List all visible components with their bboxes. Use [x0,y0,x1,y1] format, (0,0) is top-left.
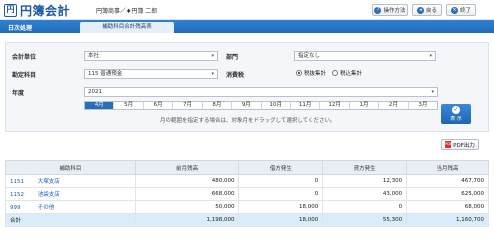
current-balance-cell: 68,000 [406,200,489,214]
table-header-row: 補助科目 前月残高 借方発生 貸方発生 当月残高 [5,160,489,175]
top-bar: 円 円簿会計 円簿商事／♦円簿 二郎 ? 操作方法 ◂ 戻る × 終了 [0,0,494,20]
year-value: 2021 [88,89,102,95]
department-select[interactable]: 指定なし ▾ [294,51,436,61]
debit-cell: 0 [238,174,324,188]
header-subsidiary-account: 補助科目 [5,160,136,175]
month-cell[interactable]: 1月 [350,102,380,109]
total-current-balance: 1,160,700 [406,213,489,227]
total-debit: 18,000 [238,213,324,227]
month-cell[interactable]: 4月 [85,102,115,109]
account-select[interactable]: 115 普通預金 ▾ [84,69,218,79]
month-cell[interactable]: 2月 [379,102,409,109]
header-current-balance: 当月残高 [406,160,489,175]
app-window: 円 円簿会計 円簿商事／♦円簿 二郎 ? 操作方法 ◂ 戻る × 終了 日次処理… [0,0,494,246]
credit-cell: 12,300 [322,174,408,188]
month-cell[interactable]: 10月 [262,102,291,109]
tax-inclusive-radio[interactable]: 税込集計 [332,69,362,77]
chevron-down-icon: ▾ [429,53,432,59]
account-code-cell[interactable]: 1152 池袋支店 [5,187,136,201]
back-arrow-icon: ◂ [416,6,424,14]
current-balance-cell: 625,000 [406,187,489,201]
help-button[interactable]: ? 操作方法 [372,4,408,16]
show-button[interactable]: ✓ 表 示 [441,104,471,124]
tab-subsidiary-trial-balance[interactable]: 補助科目合計残高表 [80,22,174,33]
account-name[interactable]: 池袋支店 [38,192,60,198]
show-label: 表 示 [450,116,462,122]
check-icon: ✓ [452,106,460,114]
year-label: 年度 [12,90,25,97]
month-cell[interactable]: 11月 [291,102,321,109]
total-prev-balance: 1,198,000 [134,213,240,227]
credit-cell: 43,000 [322,187,408,201]
logo-mark-icon: 円 [4,3,17,17]
close-icon: × [450,6,458,14]
app-logo: 円 円簿会計 [4,2,70,18]
tax-inclusive-label: 税込集計 [340,71,363,77]
department-value: 指定なし [298,53,321,59]
month-cell[interactable]: 5月 [114,102,144,109]
total-label: 合計 [5,213,136,227]
back-button[interactable]: ◂ 戻る [412,4,442,16]
header-prev-balance: 前月残高 [134,160,240,175]
chevron-down-icon: ▾ [211,53,214,59]
accounting-unit-select[interactable]: 本社 ▾ [84,51,218,61]
radio-unchecked-icon [332,70,338,76]
current-balance-cell: 467,700 [406,174,489,188]
total-credit: 55,300 [322,213,408,227]
nav-daily-processing[interactable]: 日次処理 [8,23,32,32]
accounting-unit-label: 会計単位 [12,54,37,61]
account-code-cell[interactable]: 1151 大塚支店 [5,174,136,188]
chevron-down-icon: ▾ [431,89,434,95]
account-code[interactable]: 1152 [10,192,36,198]
table-row[interactable]: 1151 大塚支店 480,000 0 12,300 467,700 [5,174,489,188]
month-range-hint: 月の範囲を指定する場合は、対象月をドラッグして選択してください。 [160,118,336,124]
chevron-down-icon: ▾ [211,71,214,77]
logo-text: 円簿会計 [20,3,71,18]
debit-cell: 0 [238,187,324,201]
accounting-unit-value: 本社 [88,53,100,59]
total-row: 合計 1,198,000 18,000 55,300 1,160,700 [5,213,489,227]
account-code-cell[interactable]: 999 その他 [5,200,136,214]
radio-checked-icon [296,70,302,76]
tax-exclusive-label: 税抜集計 [304,71,327,77]
month-cell[interactable]: 12月 [320,102,350,109]
credit-cell: 0 [322,200,408,214]
prev-balance-cell: 480,000 [134,174,240,188]
account-name[interactable]: その他 [38,205,55,211]
prev-balance-cell: 50,000 [134,200,240,214]
debit-cell: 18,000 [238,200,324,214]
table-row[interactable]: 1152 池袋支店 668,000 0 43,000 625,000 [5,187,489,201]
month-cell[interactable]: 8月 [203,102,233,109]
month-cell[interactable]: 3月 [409,102,437,109]
balance-table: 補助科目 前月残高 借方発生 貸方発生 当月残高 1151 大塚支店 480,0… [5,160,489,227]
table-row[interactable]: 999 その他 50,000 18,000 0 68,000 [5,200,489,214]
pdf-label: PDF出力 [453,142,475,149]
help-label: 操作方法 [383,8,406,14]
account-code[interactable]: 1151 [10,179,36,185]
tax-exclusive-radio[interactable]: 税抜集計 [296,69,326,77]
user-info: 円簿商事／♦円簿 二郎 [96,8,158,15]
help-icon: ? [374,6,382,14]
account-label: 勘定科目 [12,72,37,79]
pdf-export-button[interactable]: PDF PDF出力 [441,139,479,150]
nav-bar: 日次処理 補助科目合計残高表 [0,20,494,33]
exit-button[interactable]: × 終了 [446,4,476,16]
account-value: 115 普通預金 [88,71,123,77]
department-label: 部門 [226,54,239,61]
month-selector: 4月 5月 6月 7月 8月 9月 10月 11月 12月 1月 2月 3月 [84,101,438,110]
account-code[interactable]: 999 [10,205,36,211]
pdf-icon: PDF [445,141,452,148]
month-cell[interactable]: 6月 [144,102,174,109]
tax-label: 消費税 [226,72,245,79]
header-debit: 借方発生 [238,160,324,175]
month-cell[interactable]: 7月 [173,102,203,109]
year-select[interactable]: 2021 ▾ [84,87,438,97]
back-label: 戻る [425,8,437,14]
exit-label: 終了 [459,8,471,14]
header-credit: 貸方発生 [322,160,408,175]
account-name[interactable]: 大塚支店 [38,179,60,185]
prev-balance-cell: 668,000 [134,187,240,201]
month-cell[interactable]: 9月 [232,102,262,109]
